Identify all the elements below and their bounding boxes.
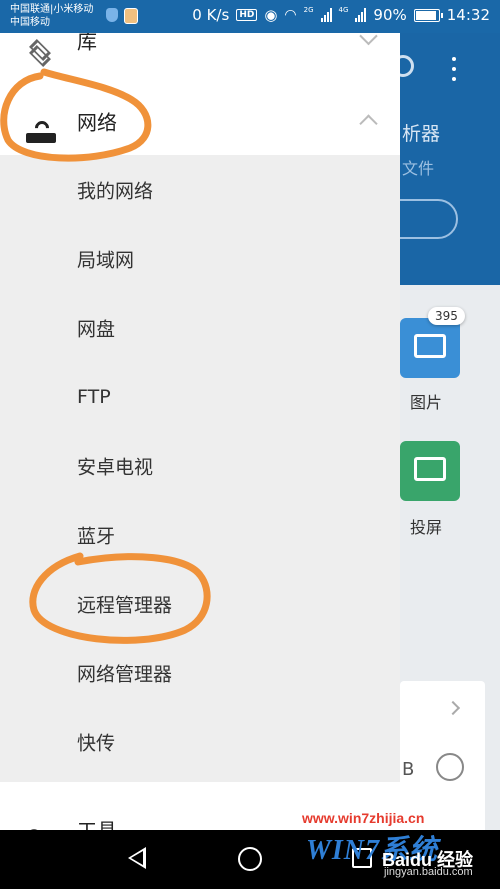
app-notification-icon (124, 8, 138, 24)
chevron-down-icon (359, 33, 378, 45)
chevron-right-icon (445, 700, 461, 716)
cast-label: 投屏 (410, 518, 443, 537)
submenu-item-label: 网盘 (77, 318, 116, 340)
pictures-count-badge: 395 (428, 307, 465, 325)
network-2g-label: 2G (303, 6, 314, 14)
background-card-text: B (402, 759, 415, 780)
battery-icon (413, 8, 443, 22)
network-speed: 0 K/s (192, 6, 230, 24)
drawer-item-network[interactable]: 网络 (0, 86, 400, 155)
background-app: 析器 文件 图片 投屏 B (360, 33, 500, 851)
submenu-item-label: 我的网络 (77, 180, 154, 202)
cast-tile[interactable] (400, 441, 460, 501)
watermark-url: www.win7zhijia.cn (302, 810, 425, 826)
signal-icon-2 (355, 8, 367, 22)
battery-percent: 90% (373, 6, 407, 24)
pictures-label: 图片 (410, 393, 443, 412)
signal-icon (320, 8, 332, 22)
submenu-item-my-network[interactable]: 我的网络 (0, 155, 400, 224)
background-app-title: 析器 (402, 123, 441, 145)
clock: 14:32 (446, 6, 490, 24)
submenu-item-label: 蓝牙 (77, 525, 116, 547)
status-indicators: 0 K/s HD ◉ ◠ 2G 4G 90% 14:32 (192, 6, 490, 24)
submenu-item-ftp[interactable]: FTP (0, 362, 400, 431)
chevron-up-icon (359, 113, 378, 133)
cast-icon (414, 457, 446, 481)
submenu-item-label: 安卓电视 (77, 456, 154, 478)
status-bar: 中国联通|小米移动 中国移动 0 K/s HD ◉ ◠ 2G 4G 90% 14… (0, 0, 500, 33)
drawer-item-label: 网络 (77, 110, 117, 134)
back-icon[interactable] (128, 847, 146, 869)
network-submenu: 我的网络 局域网 网盘 FTP 安卓电视 蓝牙 远程管理器 网络管理器 快传 (0, 155, 400, 782)
carrier-info: 中国联通|小米移动 中国移动 (10, 3, 93, 29)
submenu-item-quick-transfer[interactable]: 快传 (0, 707, 400, 776)
submenu-item-cloud-drive[interactable]: 网盘 (0, 293, 400, 362)
submenu-item-lan[interactable]: 局域网 (0, 224, 400, 293)
navigation-drawer: 库 网络 我的网络 局域网 网盘 FTP 安卓电视 蓝牙 远程管理器 网络管理器 (0, 33, 400, 830)
submenu-item-bluetooth[interactable]: 蓝牙 (0, 500, 400, 569)
drawer-item-library[interactable]: 库 (0, 33, 400, 74)
image-icon (414, 334, 446, 358)
submenu-item-label: 远程管理器 (77, 594, 173, 616)
carrier-line-2: 中国移动 (10, 17, 50, 28)
submenu-item-label: 局域网 (77, 249, 135, 271)
background-app-subtitle: 文件 (402, 159, 435, 178)
submenu-item-network-manager[interactable]: 网络管理器 (0, 638, 400, 707)
submenu-item-label: FTP (77, 385, 111, 408)
drawer-item-label: 库 (77, 33, 97, 53)
submenu-item-android-tv[interactable]: 安卓电视 (0, 431, 400, 500)
radio-icon[interactable] (436, 753, 464, 781)
submenu-item-remote-manager[interactable]: 远程管理器 (0, 569, 400, 638)
submenu-item-label: 快传 (77, 732, 116, 754)
eye-icon: ◉ (264, 6, 278, 24)
wifi-icon: ◠ (284, 7, 297, 23)
more-options-icon[interactable] (452, 57, 456, 87)
carrier-line-1: 中国联通|小米移动 (10, 4, 94, 15)
hd-icon: HD (236, 9, 258, 21)
background-app-header: 析器 文件 (360, 33, 500, 285)
network-4g-label: 4G (338, 6, 349, 14)
notification-icons (106, 8, 138, 24)
watermark-jingyan: jingyan.baidu.com (384, 866, 473, 878)
submenu-item-label: 网络管理器 (77, 663, 173, 685)
drawer-item-label: 工具 (77, 818, 117, 830)
shield-icon (106, 8, 118, 22)
battery-fill (415, 10, 436, 20)
pictures-tile[interactable] (400, 318, 460, 378)
home-icon[interactable] (238, 847, 262, 871)
